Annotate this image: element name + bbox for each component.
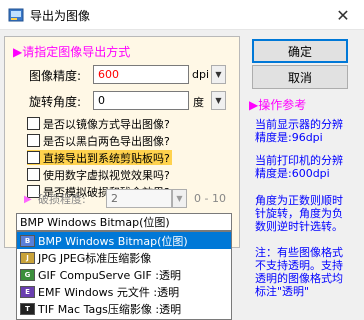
reference-note-printer: 当前打印机的分辨 精度是:600dpi — [255, 154, 361, 180]
checkbox-box[interactable] — [27, 151, 40, 164]
format-option-tif[interactable]: T TIF Mac Tags压缩影像 :透明 — [17, 300, 231, 317]
damage-level-input[interactable]: 2 — [106, 189, 172, 208]
format-option-bmp[interactable]: B BMP Windows Bitmap(位图) — [17, 232, 231, 249]
checkbox-box[interactable] — [27, 134, 40, 147]
reference-note-display: 当前显示器的分辨 精度是:96dpi — [255, 118, 361, 144]
checkbox-box[interactable] — [27, 117, 40, 130]
note-line: 精度是:96dpi — [255, 131, 323, 144]
jpg-icon: J — [20, 251, 35, 264]
note-line: 注：有些图像格式 — [255, 246, 343, 259]
group-title: ▶请指定图像导出方式 — [13, 45, 131, 59]
note-line: 针旋转，角度为负 — [255, 207, 343, 220]
format-option-label: GIF CompuServe GIF :透明 — [38, 268, 182, 282]
format-option-gif[interactable]: G GIF CompuServe GIF :透明 — [17, 266, 231, 283]
damage-range-hint: 0 - 10 — [194, 192, 226, 205]
format-option-label: TIF Mac Tags压缩影像 :透明 — [38, 302, 182, 316]
damage-level-label: 破损程度: — [38, 193, 86, 206]
checkbox-label: 是否以黑白两色导出图像? — [43, 134, 170, 148]
rotation-dropdown-button[interactable]: ▼ — [211, 91, 226, 110]
damage-arrow-icon: ▶ — [24, 194, 32, 205]
reference-note-rotation: 角度为正数则顺时 针旋转，角度为负 数则逆时针选转。 — [255, 194, 361, 233]
mirror-checkbox[interactable]: 是否以镜像方式导出图像? — [27, 116, 170, 131]
chevron-down-icon: ▼ — [215, 96, 222, 105]
cancel-button[interactable]: 取消 — [252, 65, 348, 89]
note-line: 当前打印机的分辨 — [255, 154, 343, 167]
reference-note-transparency: 注：有些图像格式 不支持透明。支持 透明的图像格式均 标注"透明" — [255, 246, 361, 298]
rotation-label: 旋转角度: — [29, 95, 82, 109]
note-line: 角度为正数则顺时 — [255, 194, 343, 207]
note-line: 透明的图像格式均 — [255, 272, 343, 285]
app-icon — [8, 8, 24, 22]
precision-dropdown-button[interactable]: ▼ — [211, 65, 226, 84]
note-line: 标注"透明" — [255, 285, 310, 298]
chevron-down-icon: ▼ — [176, 194, 183, 203]
window-title: 导出为图像 — [30, 9, 91, 23]
monochrome-checkbox[interactable]: 是否以黑白两色导出图像? — [27, 133, 170, 148]
damage-level-dropdown-button[interactable]: ▼ — [172, 189, 187, 208]
note-line: 数则逆时针选转。 — [255, 220, 343, 233]
format-option-label: BMP Windows Bitmap(位图) — [38, 234, 188, 248]
reference-title: ▶操作参考 — [249, 98, 307, 112]
close-window-button[interactable]: ✕ — [322, 0, 364, 30]
rotation-input[interactable]: 0 — [93, 91, 189, 110]
format-option-label: EMF Windows 元文件 :透明 — [38, 285, 180, 299]
dialog-body: ▶请指定图像导出方式 图像精度: 600 dpi ▼ 旋转角度: 0 度 ▼ 是… — [0, 30, 364, 320]
clipboard-checkbox[interactable]: 直接导出到系统剪贴板吗? — [27, 150, 172, 165]
format-option-label: JPG JPEG标准压缩影像 — [38, 251, 152, 265]
format-select[interactable]: BMP Windows Bitmap(位图) — [16, 213, 232, 231]
bmp-icon: B — [20, 234, 35, 247]
tif-icon: T — [20, 302, 35, 315]
chevron-down-icon: ▼ — [215, 70, 222, 79]
close-icon: ✕ — [336, 5, 350, 25]
format-option-jpg[interactable]: J JPG JPEG标准压缩影像 — [17, 249, 231, 266]
note-line: 不支持透明。支持 — [255, 259, 343, 272]
checkbox-label: 使用数字虚拟视觉效果吗? — [43, 168, 170, 182]
checkbox-box[interactable] — [27, 168, 40, 181]
precision-input[interactable]: 600 — [93, 65, 189, 84]
note-line: 当前显示器的分辨 — [255, 118, 343, 131]
emf-icon: E — [20, 285, 35, 298]
gif-icon: G — [20, 268, 35, 281]
rotation-unit: 度 — [193, 96, 204, 109]
title-bar: 导出为图像 ✕ — [0, 0, 364, 30]
format-list[interactable]: B BMP Windows Bitmap(位图) J JPG JPEG标准压缩影… — [16, 231, 232, 320]
precision-unit: dpi — [192, 68, 210, 81]
checkbox-label: 直接导出到系统剪贴板吗? — [43, 151, 170, 165]
checkbox-label: 是否以镜像方式导出图像? — [43, 117, 170, 131]
ok-button[interactable]: 确定 — [252, 39, 348, 63]
precision-label: 图像精度: — [29, 69, 82, 83]
virtual-visual-checkbox[interactable]: 使用数字虚拟视觉效果吗? — [27, 167, 170, 182]
format-option-emf[interactable]: E EMF Windows 元文件 :透明 — [17, 283, 231, 300]
note-line: 精度是:600dpi — [255, 167, 330, 180]
